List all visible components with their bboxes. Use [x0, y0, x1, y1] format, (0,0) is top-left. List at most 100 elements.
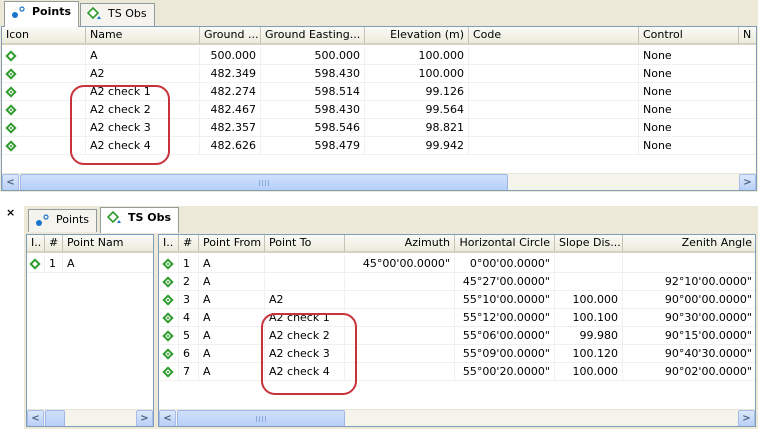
cell-from: A: [199, 255, 265, 273]
ts-obs-icon: [86, 6, 103, 21]
cell-zenith: [623, 255, 755, 273]
cell-control: None: [639, 83, 756, 101]
tab-points-label: Points: [32, 5, 72, 18]
col-header-icon[interactable]: I..: [159, 235, 179, 253]
col-header-name[interactable]: Name: [86, 27, 200, 45]
col-header-n[interactable]: N: [739, 27, 756, 45]
col-header-ground-northing[interactable]: Ground ...: [200, 27, 261, 45]
scroll-right-button[interactable]: >: [136, 410, 153, 426]
cell-code: [469, 47, 639, 65]
cell-index: 3: [179, 291, 199, 309]
cell-zenith: 90°02'00.0000": [623, 363, 755, 381]
scroll-left-button[interactable]: <: [2, 174, 19, 190]
horizontal-scrollbar[interactable]: < >: [2, 173, 756, 190]
ts-obs-panel-tabbar: Points TS Obs: [24, 206, 758, 233]
cell-azimuth: 45°00'00.0000": [345, 255, 455, 273]
cell-northing: 482.626: [200, 137, 261, 155]
cell-azimuth: [345, 363, 455, 381]
observation-icon: [159, 273, 179, 291]
col-header-azimuth[interactable]: Azimuth: [345, 235, 455, 253]
scroll-thumb[interactable]: [20, 174, 508, 190]
cell-easting: 598.546: [261, 119, 365, 137]
points-panel-tabbar: Points TS Obs: [0, 0, 758, 27]
scroll-thumb[interactable]: [45, 410, 65, 426]
col-header-icon[interactable]: I..: [27, 235, 45, 253]
cell-code: [469, 137, 639, 155]
points-icon: [35, 213, 51, 227]
cell-easting: 598.430: [261, 101, 365, 119]
cell-slope: [555, 255, 623, 273]
scroll-right-button[interactable]: >: [739, 174, 756, 190]
col-header-ground-easting[interactable]: Ground Easting...: [261, 27, 365, 45]
points-grid: Icon Name Ground ... Ground Easting... E…: [1, 26, 757, 191]
cell-code: [469, 101, 639, 119]
tab-ts-obs-label: TS Obs: [128, 211, 172, 224]
col-header-horizontal-circle[interactable]: Horizontal Circle: [455, 235, 555, 253]
cell-from: A: [199, 363, 265, 381]
col-header-zenith-angle[interactable]: Zenith Angle: [623, 235, 755, 253]
horizontal-scrollbar[interactable]: < >: [159, 409, 755, 426]
cell-from: A: [199, 345, 265, 363]
cell-zenith: 90°15'00.0000": [623, 327, 755, 345]
cell-name: A: [86, 47, 200, 65]
observation-icon: [159, 255, 179, 273]
col-header-elevation[interactable]: Elevation (m): [365, 27, 469, 45]
col-header-index[interactable]: #: [45, 235, 63, 253]
observation-icon: [159, 363, 179, 381]
cell-to: [265, 273, 345, 291]
cell-to: [265, 255, 345, 273]
cell-control: None: [639, 65, 756, 83]
col-header-point-from[interactable]: Point From: [199, 235, 265, 253]
scroll-left-button[interactable]: <: [27, 410, 44, 426]
cell-hcircle: 55°12'00.0000": [455, 309, 555, 327]
cell-easting: 598.430: [261, 65, 365, 83]
cell-elevation: 100.000: [365, 65, 469, 83]
cell-zenith: 92°10'00.0000": [623, 273, 755, 291]
cell-elevation: 100.000: [365, 47, 469, 65]
col-header-control[interactable]: Control: [639, 27, 739, 45]
tab-points[interactable]: Points: [28, 209, 98, 232]
tab-ts-obs[interactable]: TS Obs: [100, 207, 180, 233]
horizontal-scrollbar[interactable]: < >: [27, 409, 153, 426]
col-header-point-name[interactable]: Point Nam: [63, 235, 153, 253]
cell-azimuth: [345, 291, 455, 309]
cell-easting: 598.479: [261, 137, 365, 155]
point-icon: [2, 65, 86, 83]
observations-grid: I.. # Point From Point To Azimuth Horizo…: [158, 234, 756, 427]
cell-index: 2: [179, 273, 199, 291]
col-header-point-to[interactable]: Point To: [265, 235, 345, 253]
tab-points-label: Points: [56, 213, 90, 226]
cell-control: None: [639, 47, 756, 65]
cell-elevation: 99.126: [365, 83, 469, 101]
tab-points[interactable]: Points: [4, 1, 80, 27]
col-header-icon[interactable]: Icon: [2, 27, 86, 45]
tab-ts-obs[interactable]: TS Obs: [80, 3, 155, 26]
point-icon: [2, 47, 86, 65]
cell-hcircle: 55°09'00.0000": [455, 345, 555, 363]
cell-easting: 598.514: [261, 83, 365, 101]
col-header-code[interactable]: Code: [469, 27, 639, 45]
cell-slope: 100.000: [555, 363, 623, 381]
cell-elevation: 99.564: [365, 101, 469, 119]
cell-index: 5: [179, 327, 199, 345]
close-icon[interactable]: ×: [6, 206, 15, 219]
cell-slope: 99.980: [555, 327, 623, 345]
cell-azimuth: [345, 273, 455, 291]
observation-icon: [159, 291, 179, 309]
col-header-index[interactable]: #: [179, 235, 199, 253]
col-header-slope-distance[interactable]: Slope Dis...: [555, 235, 623, 253]
ts-obs-icon: [106, 210, 123, 225]
cell-from: A: [199, 309, 265, 327]
cell-zenith: 90°40'30.0000": [623, 345, 755, 363]
scroll-left-button[interactable]: <: [159, 410, 176, 426]
cell-hcircle: 45°27'00.0000": [455, 273, 555, 291]
scroll-thumb[interactable]: [177, 410, 345, 426]
cell-from: A: [199, 273, 265, 291]
cell-northing: 482.357: [200, 119, 261, 137]
cell-northing: 482.349: [200, 65, 261, 83]
cell-zenith: 90°00'00.0000": [623, 291, 755, 309]
cell-elevation: 99.942: [365, 137, 469, 155]
scroll-right-button[interactable]: >: [738, 410, 755, 426]
observation-icon: [159, 309, 179, 327]
cell-azimuth: [345, 309, 455, 327]
